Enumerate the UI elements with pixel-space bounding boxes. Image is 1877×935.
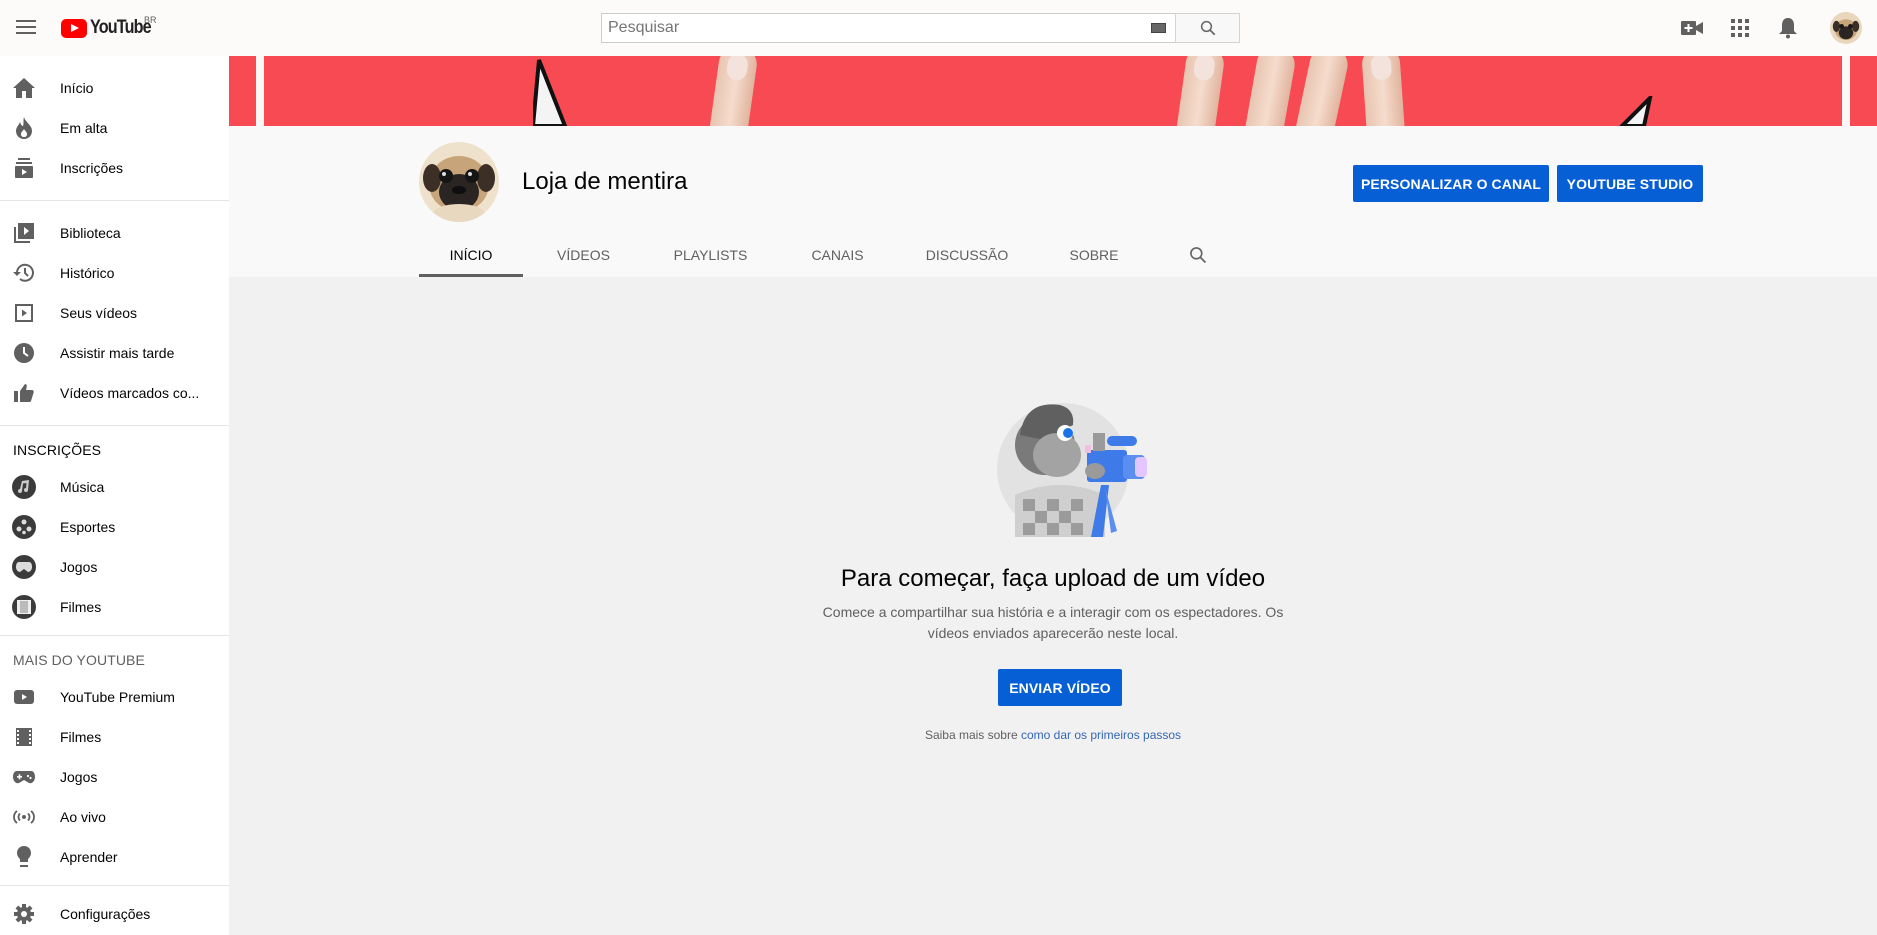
sidebar-item-youtube-premium[interactable]: YouTube Premium bbox=[0, 677, 229, 717]
channel-header: Loja de mentira PERSONALIZAR O CANAL YOU… bbox=[229, 126, 1877, 277]
search-button[interactable] bbox=[1175, 13, 1240, 43]
youtube-premium-icon bbox=[12, 685, 36, 709]
film-strip-icon bbox=[12, 725, 36, 749]
getting-started-link[interactable]: como dar os primeiros passos bbox=[1021, 728, 1181, 742]
keyboard-icon[interactable] bbox=[1151, 23, 1166, 33]
sidebar: Início Em alta Inscrições Biblioteca His… bbox=[0, 56, 229, 935]
sidebar-divider bbox=[0, 635, 229, 636]
your-videos-icon bbox=[12, 301, 36, 325]
channel-avatar[interactable] bbox=[419, 142, 499, 222]
logo-text: YouTube bbox=[90, 17, 152, 38]
notifications-bell-icon[interactable] bbox=[1776, 16, 1800, 40]
tab-discussao[interactable]: DISCUSSÃO bbox=[898, 232, 1036, 277]
youtube-studio-button[interactable]: YOUTUBE STUDIO bbox=[1557, 165, 1703, 202]
gaming-channel-icon bbox=[12, 555, 36, 579]
banner-finger bbox=[1360, 56, 1406, 126]
channel-tabs: INÍCIO VÍDEOS PLAYLISTS CANAIS DISCUSSÃO… bbox=[419, 232, 1244, 277]
account-avatar[interactable] bbox=[1830, 12, 1862, 44]
sidebar-item-jogos-more[interactable]: Jogos bbox=[0, 757, 229, 797]
sidebar-item-esportes[interactable]: Esportes bbox=[0, 507, 229, 547]
sidebar-item-assistir-mais-tarde[interactable]: Assistir mais tarde bbox=[0, 333, 229, 373]
search-icon bbox=[1200, 20, 1215, 36]
sidebar-item-historico[interactable]: Histórico bbox=[0, 253, 229, 293]
tab-inicio[interactable]: INÍCIO bbox=[419, 232, 523, 277]
home-icon bbox=[12, 76, 36, 100]
banner-finger bbox=[1244, 56, 1298, 126]
sidebar-item-inscricoes[interactable]: Inscrições bbox=[0, 148, 229, 188]
empty-state-description: Comece a compartilhar sua história e a i… bbox=[822, 604, 1284, 641]
customize-channel-button[interactable]: PERSONALIZAR O CANAL bbox=[1353, 165, 1549, 202]
subscriptions-heading: INSCRIÇÕES bbox=[13, 442, 102, 458]
banner-finger bbox=[1295, 56, 1351, 126]
banner-cursor-graphic bbox=[1619, 96, 1653, 126]
tab-sobre[interactable]: SOBRE bbox=[1036, 232, 1152, 277]
sidebar-item-biblioteca[interactable]: Biblioteca bbox=[0, 213, 229, 253]
thumbs-up-icon bbox=[12, 381, 36, 405]
sidebar-item-filmes[interactable]: Filmes bbox=[0, 587, 229, 627]
learn-more-line: Saiba mais sobre como dar os primeiros p… bbox=[229, 728, 1877, 742]
sidebar-item-inicio[interactable]: Início bbox=[0, 68, 229, 108]
banner-finger bbox=[708, 56, 760, 126]
movies-channel-icon bbox=[12, 595, 36, 619]
apps-icon[interactable] bbox=[1728, 16, 1752, 40]
youtube-logo[interactable]: YouTube BR bbox=[61, 15, 161, 39]
sports-channel-icon bbox=[12, 515, 36, 539]
sidebar-item-aprender[interactable]: Aprender bbox=[0, 837, 229, 877]
sidebar-divider bbox=[0, 200, 229, 201]
menu-icon[interactable] bbox=[14, 16, 38, 40]
tab-playlists[interactable]: PLAYLISTS bbox=[644, 232, 777, 277]
search-input[interactable] bbox=[601, 13, 1175, 43]
gear-icon bbox=[12, 902, 36, 926]
channel-name: Loja de mentira bbox=[522, 168, 688, 195]
banner-strip bbox=[1842, 56, 1850, 126]
sidebar-item-musica[interactable]: Música bbox=[0, 467, 229, 507]
sidebar-item-ao-vivo[interactable]: Ao vivo bbox=[0, 797, 229, 837]
sidebar-item-filmes-more[interactable]: Filmes bbox=[0, 717, 229, 757]
tab-videos[interactable]: VÍDEOS bbox=[523, 232, 644, 277]
sidebar-item-em-alta[interactable]: Em alta bbox=[0, 108, 229, 148]
tab-canais[interactable]: CANAIS bbox=[777, 232, 898, 277]
channel-search-button[interactable] bbox=[1152, 232, 1244, 277]
empty-state-title: Para começar, faça upload de um vídeo bbox=[840, 565, 1266, 592]
live-broadcast-icon bbox=[12, 805, 36, 829]
country-code: BR bbox=[144, 15, 157, 25]
banner-strip bbox=[256, 56, 264, 126]
search-icon bbox=[1190, 246, 1207, 263]
trending-fire-icon bbox=[12, 116, 36, 140]
sidebar-item-seus-videos[interactable]: Seus vídeos bbox=[0, 293, 229, 333]
sidebar-item-videos-marcados[interactable]: Vídeos marcados co... bbox=[0, 373, 229, 413]
sidebar-item-configuracoes[interactable]: Configurações bbox=[0, 894, 229, 934]
learn-more-prefix: Saiba mais sobre bbox=[924, 728, 1021, 742]
banner-cursor-graphic bbox=[533, 59, 568, 126]
search-bar bbox=[601, 13, 1240, 43]
sidebar-divider bbox=[0, 885, 229, 886]
sidebar-item-jogos[interactable]: Jogos bbox=[0, 547, 229, 587]
channel-banner bbox=[229, 56, 1877, 126]
videographer-illustration bbox=[997, 403, 1147, 537]
library-icon bbox=[12, 221, 36, 245]
youtube-play-icon bbox=[61, 18, 87, 38]
top-header: YouTube BR bbox=[0, 0, 1877, 56]
history-icon bbox=[12, 261, 36, 285]
banner-finger bbox=[1175, 56, 1227, 126]
gamepad-icon bbox=[12, 765, 36, 789]
music-channel-icon bbox=[12, 475, 36, 499]
subscriptions-icon bbox=[12, 156, 36, 180]
sidebar-divider bbox=[0, 425, 229, 426]
lightbulb-icon bbox=[12, 845, 36, 869]
create-video-icon[interactable] bbox=[1680, 16, 1704, 40]
more-from-youtube-heading: MAIS DO YOUTUBE bbox=[13, 652, 145, 668]
watch-later-clock-icon bbox=[12, 341, 36, 365]
upload-video-button[interactable]: ENVIAR VÍDEO bbox=[998, 669, 1122, 706]
